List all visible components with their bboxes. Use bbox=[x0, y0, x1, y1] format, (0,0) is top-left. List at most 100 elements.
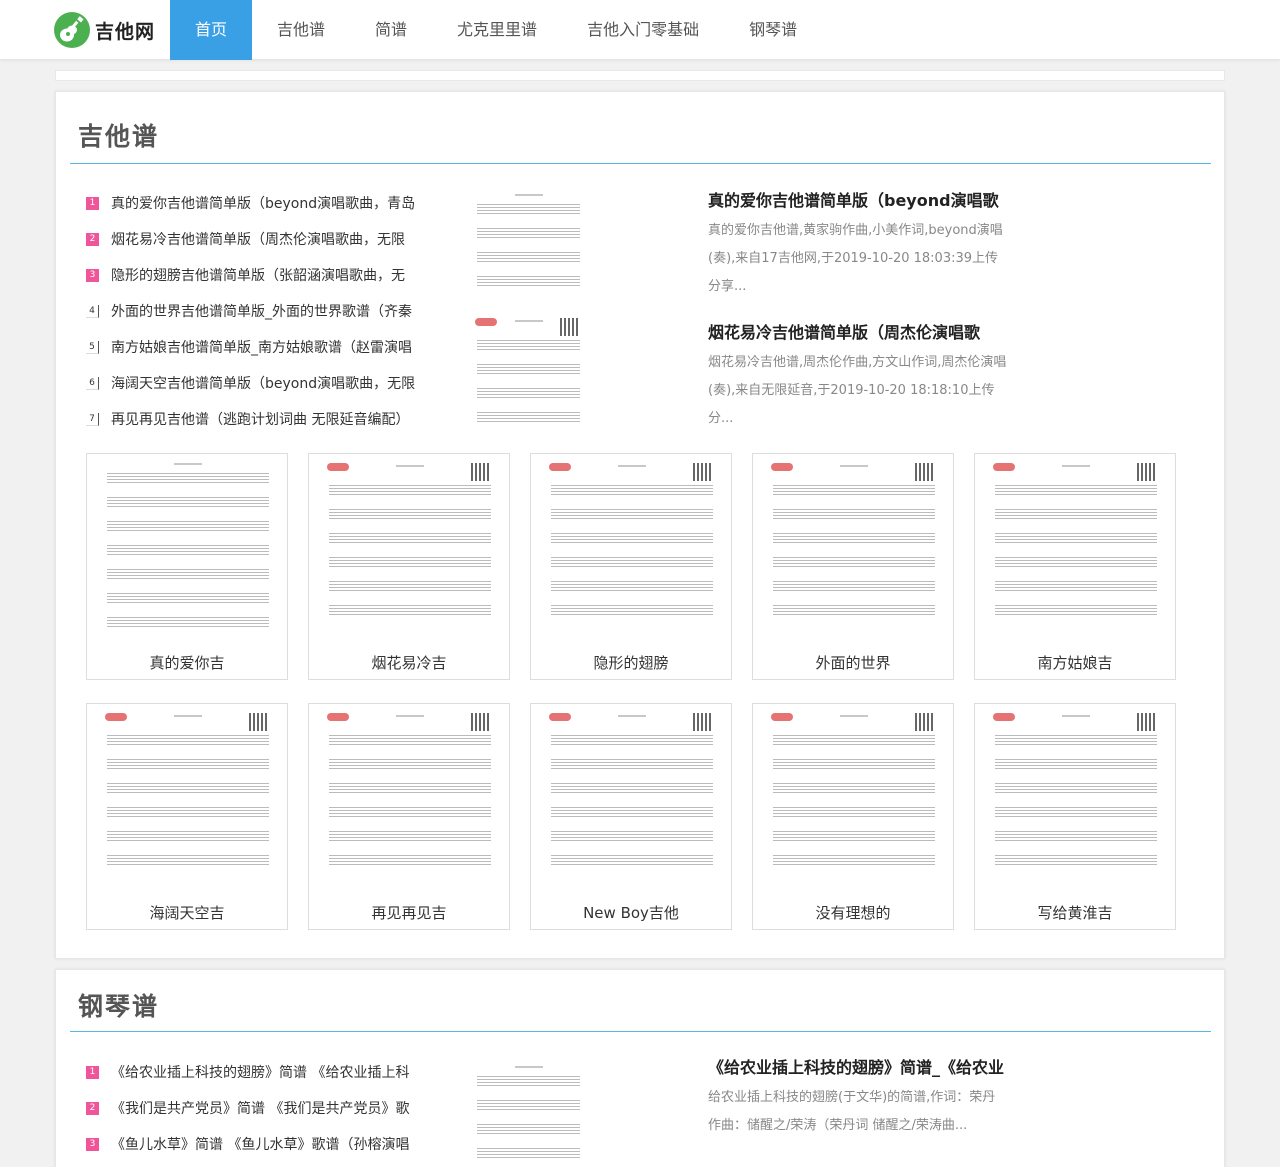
list-item[interactable]: 1 《给农业插上科技的翅膀》简谱 《给农业插上科 bbox=[86, 1054, 436, 1090]
staff-line bbox=[107, 521, 269, 522]
list-item[interactable]: 3 《鱼儿水草》简谱 《鱼儿水草》歌谱（孙榕演唱 bbox=[86, 1126, 436, 1162]
score-card[interactable]: New Boy吉他 bbox=[530, 703, 732, 930]
rank-number: 2 bbox=[86, 232, 99, 246]
featured-title[interactable]: 真的爱你吉他谱简单版（beyond演唱歌 bbox=[708, 187, 1008, 211]
score-thumbnail bbox=[989, 709, 1163, 889]
staff-line bbox=[773, 494, 935, 495]
site-logo[interactable]: 吉他网 bbox=[54, 12, 155, 48]
staff-line bbox=[773, 512, 935, 513]
staff-line bbox=[329, 590, 491, 591]
section-title: 钢琴谱 bbox=[78, 992, 160, 1021]
score-card-title: 没有理想的 bbox=[815, 904, 891, 922]
staff-line bbox=[329, 509, 491, 510]
list-item[interactable]: 4 外面的世界吉他谱简单版_外面的世界歌谱（齐秦 bbox=[86, 293, 436, 329]
staff-line bbox=[477, 228, 580, 229]
qr-code-icon bbox=[693, 463, 713, 481]
staff-line bbox=[995, 813, 1157, 814]
staff-line bbox=[995, 560, 1157, 561]
score-title-line bbox=[514, 1066, 543, 1068]
staff-line bbox=[995, 744, 1157, 745]
score-title-line bbox=[1062, 715, 1090, 717]
staff-line bbox=[551, 738, 713, 739]
staff-line bbox=[773, 581, 935, 582]
list-item[interactable]: 6 海阔天空吉他谱简单版（beyond演唱歌曲，无限 bbox=[86, 365, 436, 401]
list-item[interactable]: 3 隐形的翅膀吉他谱简单版（张韶涵演唱歌曲，无 bbox=[86, 257, 436, 293]
score-card[interactable]: 外面的世界 bbox=[752, 453, 954, 680]
staff-line bbox=[329, 614, 491, 615]
staff-line bbox=[329, 834, 491, 835]
staff-line bbox=[995, 738, 1157, 739]
staff-line bbox=[329, 765, 491, 766]
score-thumbnail bbox=[767, 459, 941, 639]
score-logo-mark bbox=[549, 713, 571, 721]
list-item[interactable]: 2 《我们是共产党员》简谱 《我们是共产党员》歌 bbox=[86, 1090, 436, 1126]
staff-line bbox=[551, 515, 713, 516]
staff-line bbox=[551, 584, 713, 585]
staff-line bbox=[329, 744, 491, 745]
staff-line bbox=[107, 765, 269, 766]
staff-line bbox=[551, 539, 713, 540]
staff-line bbox=[551, 783, 713, 784]
list-item[interactable]: 7 再见再见吉他谱（逃跑计划词曲 无限延音编配） bbox=[86, 401, 436, 437]
nav-item[interactable]: 尤克里里谱 bbox=[432, 0, 562, 60]
list-item[interactable]: 2 烟花易冷吉他谱简单版（周杰伦演唱歌曲，无限 bbox=[86, 221, 436, 257]
score-card[interactable]: 再见再见吉 bbox=[308, 703, 510, 930]
nav-item[interactable]: 钢琴谱 bbox=[724, 0, 822, 60]
score-title-line bbox=[514, 194, 543, 196]
staff-line bbox=[773, 840, 935, 841]
nav-item[interactable]: 吉他入门零基础 bbox=[562, 0, 724, 60]
staff-line bbox=[477, 1100, 580, 1101]
score-thumbnail[interactable] bbox=[471, 190, 586, 300]
featured-desc: 真的爱你吉他谱,黄家驹作曲,小美作词,beyond演唱(奏),来自17吉他网,于… bbox=[708, 223, 1003, 294]
staff-line bbox=[477, 1127, 580, 1128]
featured-title[interactable]: 烟花易冷吉他谱简单版（周杰伦演唱歌 bbox=[708, 319, 1008, 343]
staff-line bbox=[329, 539, 491, 540]
staff-line bbox=[329, 485, 491, 486]
score-card[interactable]: 隐形的翅膀 bbox=[530, 453, 732, 680]
staff-line bbox=[551, 587, 713, 588]
score-card[interactable]: 真的爱你吉 bbox=[86, 453, 288, 680]
staff-line bbox=[995, 614, 1157, 615]
list-item[interactable]: 5 南方姑娘吉他谱简单版_南方姑娘歌谱（赵雷演唱 bbox=[86, 329, 436, 365]
score-logo-mark bbox=[549, 463, 571, 471]
score-thumbnail[interactable] bbox=[471, 314, 586, 436]
section-title: 吉他谱 bbox=[78, 122, 160, 151]
staff-line bbox=[107, 479, 269, 480]
staff-line bbox=[551, 735, 713, 736]
staff-line bbox=[773, 539, 935, 540]
staff-line bbox=[107, 831, 269, 832]
staff-line bbox=[329, 813, 491, 814]
staff-line bbox=[551, 834, 713, 835]
score-card[interactable]: 海阔天空吉 bbox=[86, 703, 288, 930]
score-card[interactable]: 南方姑娘吉 bbox=[974, 453, 1176, 680]
staff-line bbox=[995, 807, 1157, 808]
score-thumbnail[interactable] bbox=[471, 1062, 586, 1167]
nav-item[interactable]: 首页 bbox=[170, 0, 253, 60]
score-card[interactable]: 烟花易冷吉 bbox=[308, 453, 510, 680]
qr-code-icon bbox=[693, 713, 713, 731]
staff-line bbox=[995, 485, 1157, 486]
staff-line bbox=[477, 391, 580, 392]
nav-item[interactable]: 吉他谱 bbox=[252, 0, 350, 60]
score-card[interactable]: 写给黄淮吉 bbox=[974, 703, 1176, 930]
score-logo-mark bbox=[475, 318, 497, 326]
staff-line bbox=[329, 581, 491, 582]
list-item[interactable]: 1 真的爱你吉他谱简单版（beyond演唱歌曲，青岛 bbox=[86, 185, 436, 221]
score-title-line bbox=[514, 320, 543, 322]
staff-line bbox=[107, 834, 269, 835]
rank-number: 3 bbox=[86, 268, 99, 282]
staff-line bbox=[477, 1148, 580, 1149]
score-card[interactable]: 没有理想的 bbox=[752, 703, 954, 930]
staff-line bbox=[773, 855, 935, 856]
staff-line bbox=[329, 759, 491, 760]
staff-line bbox=[995, 533, 1157, 534]
list-item-title: 隐形的翅膀吉他谱简单版（张韶涵演唱歌曲，无 bbox=[111, 268, 405, 284]
staff-line bbox=[773, 560, 935, 561]
staff-line bbox=[477, 388, 580, 389]
score-title-line bbox=[174, 463, 202, 465]
score-thumbnail bbox=[101, 459, 275, 639]
staff-line bbox=[477, 412, 580, 413]
featured-title[interactable]: 《给农业插上科技的翅膀》简谱_《给农业 bbox=[708, 1054, 1008, 1078]
nav-item[interactable]: 简谱 bbox=[350, 0, 432, 60]
score-card-title: 隐形的翅膀 bbox=[593, 654, 669, 672]
